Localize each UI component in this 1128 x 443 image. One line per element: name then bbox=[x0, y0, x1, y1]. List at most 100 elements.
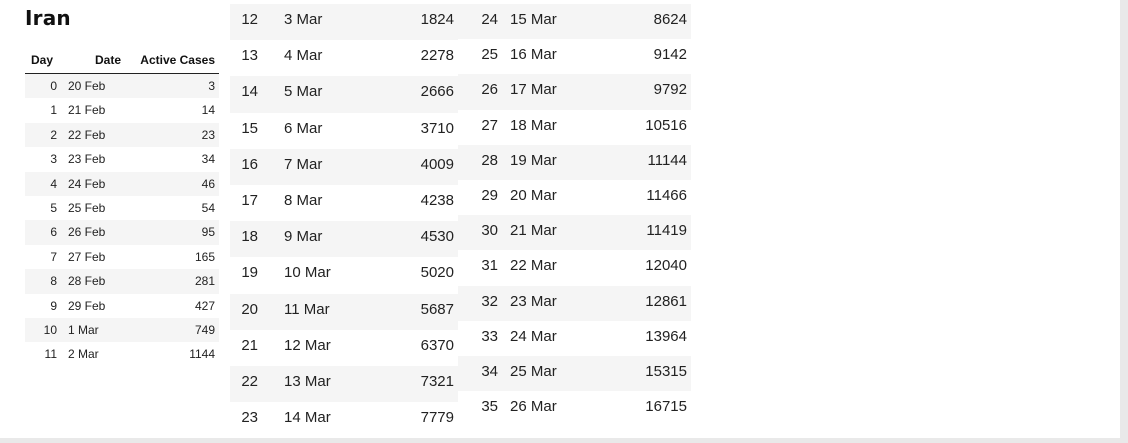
active-cases-cell: 14 bbox=[201, 103, 215, 118]
table-row: 27 18 Mar 10516 bbox=[458, 110, 691, 145]
active-cases-cell: 11419 bbox=[646, 222, 687, 240]
date-cell: 5 Mar bbox=[284, 83, 323, 101]
cases-table-3: 24 15 Mar 8624 25 16 Mar 9142 26 17 Mar 9792 27 18… bbox=[458, 4, 691, 426]
day-cell: 16 bbox=[241, 155, 258, 173]
date-cell: 22 Feb bbox=[68, 127, 106, 142]
table-row: 4 24 Feb 46 bbox=[25, 171, 219, 196]
day-cell: 26 bbox=[481, 81, 498, 99]
active-cases-cell: 3 bbox=[208, 79, 215, 93]
table-row: 23 14 Mar 7779 bbox=[230, 402, 458, 438]
day-cell: 14 bbox=[241, 83, 258, 101]
date-cell: 7 Mar bbox=[284, 155, 323, 173]
header-date: Date bbox=[95, 53, 122, 67]
cases-table-1: Day Date Active Cases 0 20 Feb 3 1 21 Feb 14 2… bbox=[25, 48, 219, 367]
active-cases-cell: 9142 bbox=[653, 46, 687, 64]
active-cases-cell: 95 bbox=[201, 225, 215, 240]
table-row: 32 23 Mar 12861 bbox=[458, 285, 691, 321]
active-cases-cell: 7779 bbox=[420, 409, 454, 427]
day-cell: 32 bbox=[481, 292, 498, 310]
date-cell: 21 Feb bbox=[68, 103, 106, 118]
active-cases-cell: 54 bbox=[201, 200, 215, 215]
day-cell: 35 bbox=[481, 398, 498, 416]
day-cell: 24 bbox=[481, 11, 498, 28]
day-cell: 10 bbox=[43, 322, 57, 337]
day-cell: 25 bbox=[481, 46, 498, 64]
active-cases-cell: 10516 bbox=[645, 116, 687, 134]
day-cell: 13 bbox=[241, 47, 258, 65]
table-row: 22 13 Mar 7321 bbox=[230, 365, 458, 403]
table-row: 9 29 Feb 427 bbox=[25, 294, 219, 318]
date-cell: 9 Mar bbox=[284, 228, 323, 246]
active-cases-cell: 6370 bbox=[420, 336, 454, 354]
active-cases-cell: 281 bbox=[194, 274, 215, 289]
day-cell: 23 bbox=[241, 409, 258, 427]
date-cell: 29 Feb bbox=[68, 298, 106, 313]
date-cell: 13 Mar bbox=[284, 372, 331, 390]
date-cell: 20 Mar bbox=[510, 186, 557, 204]
table-row: 2 22 Feb 23 bbox=[25, 122, 219, 148]
active-cases-cell: 749 bbox=[194, 322, 215, 337]
table-row: 3 23 Feb 34 bbox=[25, 147, 219, 171]
date-cell: 2 Mar bbox=[68, 347, 99, 362]
header-active-cases: Active Cases bbox=[140, 53, 215, 67]
table-row: 6 26 Feb 95 bbox=[25, 220, 219, 245]
day-cell: 0 bbox=[50, 79, 57, 93]
day-cell: 22 bbox=[241, 372, 258, 390]
date-cell: 28 Feb bbox=[68, 274, 106, 289]
table-row: 20 11 Mar 5687 bbox=[230, 293, 458, 330]
table-row: 7 27 Feb 165 bbox=[25, 245, 219, 269]
table-row: 21 12 Mar 6370 bbox=[230, 330, 458, 366]
date-cell: 11 Mar bbox=[284, 300, 330, 318]
date-cell: 25 Feb bbox=[68, 200, 106, 215]
table-row: 35 26 Mar 16715 bbox=[458, 391, 691, 426]
active-cases-cell: 12040 bbox=[645, 257, 687, 275]
date-cell: 14 Mar bbox=[284, 409, 331, 427]
active-cases-cell: 1824 bbox=[420, 11, 454, 28]
table-row: 26 17 Mar 9792 bbox=[458, 74, 691, 110]
table-row: 24 15 Mar 8624 bbox=[458, 4, 691, 40]
date-cell: 16 Mar bbox=[510, 46, 557, 64]
table-row: 5 25 Feb 54 bbox=[25, 196, 219, 220]
table-row: 29 20 Mar 11466 bbox=[458, 180, 691, 215]
day-cell: 29 bbox=[481, 186, 498, 204]
date-cell: 19 Mar bbox=[510, 151, 557, 169]
date-cell: 25 Mar bbox=[510, 362, 557, 380]
active-cases-cell: 3710 bbox=[420, 119, 454, 137]
active-cases-cell: 11144 bbox=[647, 151, 688, 169]
day-cell: 3 bbox=[50, 152, 57, 167]
date-cell: 10 Mar bbox=[284, 264, 331, 282]
date-cell: 15 Mar bbox=[510, 11, 557, 28]
day-cell: 15 bbox=[241, 119, 258, 137]
date-cell: 8 Mar bbox=[284, 191, 323, 209]
day-cell: 20 bbox=[241, 300, 258, 318]
date-cell: 26 Feb bbox=[68, 225, 106, 240]
table-row: 14 5 Mar 2666 bbox=[230, 76, 458, 113]
day-cell: 28 bbox=[481, 151, 498, 169]
day-cell: 17 bbox=[241, 191, 258, 209]
table-row: 16 7 Mar 4009 bbox=[230, 148, 458, 185]
date-cell: 20 Feb bbox=[68, 79, 106, 93]
active-cases-cell: 5020 bbox=[420, 264, 454, 282]
date-cell: 21 Mar bbox=[510, 222, 557, 240]
active-cases-cell: 15315 bbox=[645, 362, 687, 380]
date-cell: 12 Mar bbox=[284, 336, 331, 354]
table-row: 15 6 Mar 3710 bbox=[230, 113, 458, 149]
day-cell: 6 bbox=[50, 225, 57, 240]
active-cases-cell: 4009 bbox=[420, 155, 454, 173]
active-cases-cell: 23 bbox=[201, 127, 215, 142]
output-sheet: Iran Day Date Active Cases 0 20 Feb 3 1 21 F… bbox=[0, 0, 1120, 438]
active-cases-cell: 165 bbox=[194, 249, 215, 264]
date-cell: 23 Mar bbox=[510, 292, 557, 310]
table-header: Day Date Active Cases bbox=[25, 48, 219, 74]
day-cell: 33 bbox=[481, 327, 498, 345]
day-cell: 18 bbox=[241, 228, 258, 246]
table-row: 25 16 Mar 9142 bbox=[458, 39, 691, 74]
table-row: 19 10 Mar 5020 bbox=[230, 257, 458, 293]
date-cell: 24 Mar bbox=[510, 327, 557, 345]
table-row: 0 20 Feb 3 bbox=[25, 74, 219, 99]
date-cell: 27 Feb bbox=[68, 249, 106, 264]
table-row: 30 21 Mar 11419 bbox=[458, 215, 691, 251]
day-cell: 11 bbox=[44, 347, 57, 362]
table-row: 13 4 Mar 2278 bbox=[230, 40, 458, 76]
date-cell: 26 Mar bbox=[510, 398, 557, 416]
